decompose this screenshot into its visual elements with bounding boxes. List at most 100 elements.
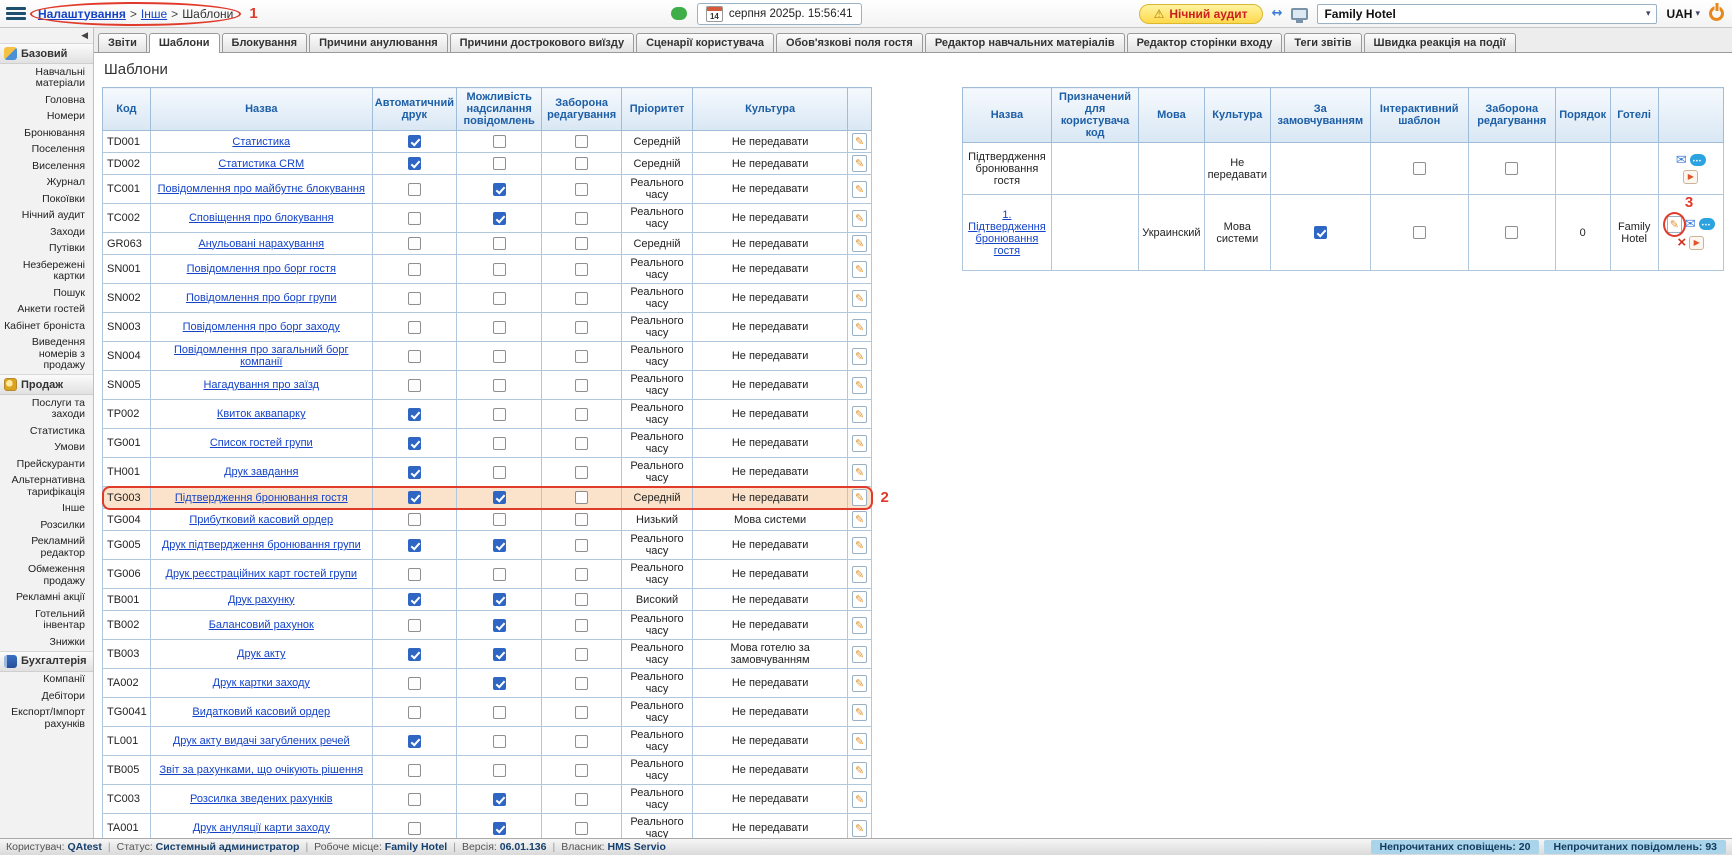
status-badge[interactable]: Непрочитаних сповіщень: 20 [1371,840,1540,854]
template-row[interactable]: TA002Друк картки заходуРеального часуНе … [103,669,872,698]
tab-item[interactable]: Сценарії користувача [636,33,774,52]
edit-template-icon[interactable] [852,762,867,779]
template-name-link[interactable]: Нагадування про заїзд [203,379,319,391]
sidebar-item[interactable]: Путівки [0,241,93,258]
sidebar-item[interactable]: Виведення номерів з продажу [0,335,93,375]
chat-bubble-icon[interactable] [1699,218,1715,230]
template-name-link[interactable]: Розсилка зведених рахунків [190,793,332,805]
forbid-edit-checkbox[interactable] [575,539,588,552]
auto-print-checkbox[interactable] [408,157,421,170]
edit-template-icon[interactable] [852,377,867,394]
edit-template-icon[interactable] [852,290,867,307]
forbid-edit-checkbox[interactable] [575,135,588,148]
sidebar-item[interactable]: Навчальні матеріали [0,64,93,92]
template-name-link[interactable]: Статистика CRM [218,158,304,170]
allow-messages-checkbox[interactable] [493,157,506,170]
template-row[interactable]: TB001Друк рахункуВисокийНе передавати [103,589,872,611]
mail-icon[interactable]: ✉ [1676,154,1687,167]
template-row[interactable]: TH001Друк завданняРеального часуНе перед… [103,458,872,487]
allow-messages-checkbox[interactable] [493,135,506,148]
sidebar-item[interactable]: Рекламний редактор [0,534,93,562]
datetime-display[interactable]: 14 серпня 2025р. 15:56:41 [697,3,862,25]
allow-messages-checkbox[interactable] [493,706,506,719]
auto-print-checkbox[interactable] [408,183,421,196]
sidebar-item[interactable]: Експорт/Імпорт рахунків [0,705,93,733]
forbid-edit-checkbox[interactable] [575,822,588,835]
forbid-edit-checkbox[interactable] [575,379,588,392]
template-row[interactable]: TD001СтатистикаСереднійНе передавати [103,131,872,153]
allow-messages-checkbox[interactable] [493,593,506,606]
forbid-edit-checkbox[interactable] [575,764,588,777]
forbid-edit-checkbox[interactable] [575,292,588,305]
edit-template-icon[interactable] [852,704,867,721]
sidebar-collapse-icon[interactable]: ◀ [0,28,93,43]
auto-print-checkbox[interactable] [408,648,421,661]
forbid-edit-checkbox[interactable] [575,706,588,719]
template-row[interactable]: SN002Повідомлення про борг групиРеальног… [103,284,872,313]
template-row[interactable]: TC003Розсилка зведених рахунківРеального… [103,785,872,814]
edit-template-icon[interactable] [852,155,867,172]
edit-template-icon[interactable] [852,181,867,198]
sidebar-item[interactable]: Обмеження продажу [0,562,93,590]
version-row[interactable]: 1. Підтвердження бронювання гостяУкраинс… [963,195,1724,271]
template-row[interactable]: TD002Статистика CRMСереднійНе передавати [103,153,872,175]
version-row[interactable]: Підтвердження бронювання гостяНе передав… [963,143,1724,195]
allow-messages-checkbox[interactable] [493,237,506,250]
edit-template-icon[interactable] [852,406,867,423]
tab-item[interactable]: Редактор навчальних матеріалів [925,33,1125,52]
auto-print-checkbox[interactable] [408,677,421,690]
forbid-edit-checkbox[interactable] [575,619,588,632]
auto-print-checkbox[interactable] [408,735,421,748]
tab-item[interactable]: Звіти [98,33,147,52]
auto-print-checkbox[interactable] [408,513,421,526]
forbid-edit-checkbox[interactable] [575,491,588,504]
forbid-edit-checkbox[interactable] [1505,226,1518,239]
forbid-edit-checkbox[interactable] [575,793,588,806]
sidebar-item[interactable]: Прейскуранти [0,456,93,473]
template-row[interactable]: SN003Повідомлення про борг заходуРеально… [103,313,872,342]
allow-messages-checkbox[interactable] [493,735,506,748]
template-name-link[interactable]: Друк реєстраційних карт гостей групи [166,568,357,580]
edit-template-icon[interactable] [852,489,867,506]
allow-messages-checkbox[interactable] [493,183,506,196]
template-row[interactable]: TC002Сповіщення про блокуванняРеального … [103,204,872,233]
interactive-template-checkbox[interactable] [1413,162,1426,175]
tab-item[interactable]: Блокування [222,33,308,52]
template-name-link[interactable]: Друк рахунку [228,594,295,606]
sidebar-item[interactable]: Заходи [0,224,93,241]
sidebar-item[interactable]: Поселення [0,142,93,159]
edit-template-icon[interactable] [852,319,867,336]
template-row[interactable]: SN004Повідомлення про загальний борг ком… [103,342,872,371]
sidebar-item[interactable]: Інше [0,501,93,518]
edit-template-icon[interactable] [852,675,867,692]
template-name-link[interactable]: Квиток аквапарку [217,408,306,420]
allow-messages-checkbox[interactable] [493,491,506,504]
forbid-edit-checkbox[interactable] [575,437,588,450]
currency-select[interactable]: UAH ▾ [1666,7,1700,21]
template-row[interactable]: TG006Друк реєстраційних карт гостей груп… [103,560,872,589]
auto-print-checkbox[interactable] [408,135,421,148]
auto-print-checkbox[interactable] [408,212,421,225]
tab-item[interactable]: Шаблони [149,33,220,53]
play-icon[interactable]: ▶ [1683,170,1698,184]
auto-print-checkbox[interactable] [408,263,421,276]
tab-item[interactable]: Швидка реакція на події [1364,33,1516,52]
edit-template-icon[interactable] [852,591,867,608]
auto-print-checkbox[interactable] [408,619,421,632]
forbid-edit-checkbox[interactable] [575,466,588,479]
default-checkbox[interactable] [1314,226,1327,239]
forbid-edit-checkbox[interactable] [575,183,588,196]
template-name-link[interactable]: Друк акту [237,648,286,660]
allow-messages-checkbox[interactable] [493,764,506,777]
template-name-link[interactable]: Повідомлення про майбутнє блокування [158,183,365,195]
template-name-link[interactable]: Повідомлення про борг гостя [187,263,336,275]
allow-messages-checkbox[interactable] [493,568,506,581]
sidebar-item[interactable]: Виселення [0,158,93,175]
template-name-link[interactable]: Прибутковий касовий ордер [189,514,333,526]
template-row[interactable]: TB002Балансовий рахунокРеального часуНе … [103,611,872,640]
hotel-select[interactable]: Family Hotel ▾ [1317,4,1657,24]
edit-template-icon[interactable] [852,435,867,452]
sidebar-item[interactable]: Головна [0,92,93,109]
night-audit-badge[interactable]: ⚠ Нічний аудит [1139,4,1263,24]
template-name-link[interactable]: Анульовані нарахування [198,238,324,250]
